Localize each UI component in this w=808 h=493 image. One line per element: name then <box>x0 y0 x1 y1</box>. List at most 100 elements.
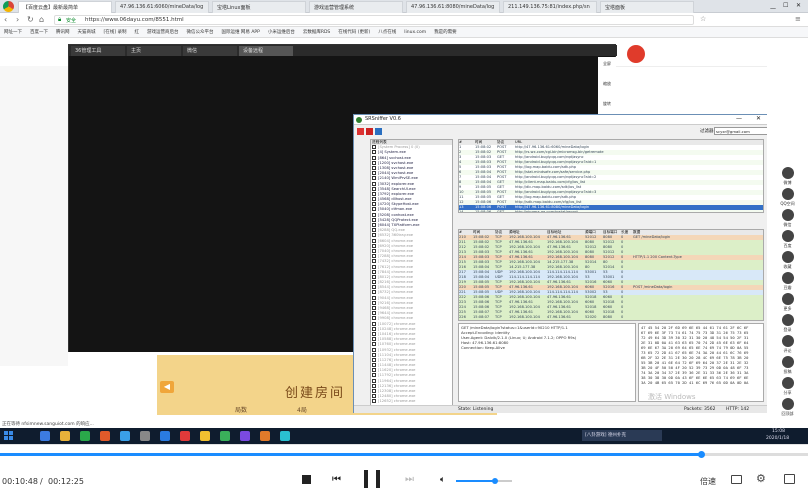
process-checkbox[interactable] <box>372 399 376 404</box>
process-checkbox[interactable] <box>372 331 376 336</box>
browser-tab[interactable]: 211.149.136.75:81/index.php/sn <box>503 1 597 13</box>
process-list[interactable]: 进程列表 [System Process] 0 (0) [4] System.ex… <box>370 139 453 407</box>
next-icon[interactable]: ⏭︎ <box>405 475 414 485</box>
sniffer-window[interactable]: SRSniffer V0.6 — ✕ 过滤器 scyxr@gmail.com 进… <box>353 114 770 413</box>
stop-capture-icon[interactable] <box>366 128 373 135</box>
process-checkbox[interactable] <box>372 269 376 274</box>
volume-icon[interactable]: 🔈︎ <box>440 475 445 485</box>
pause-icon[interactable] <box>364 470 380 488</box>
minimize-icon[interactable]: — <box>770 5 776 12</box>
process-checkbox[interactable] <box>372 300 376 305</box>
bookmark-item[interactable]: 天猫商城 <box>78 27 96 38</box>
taskbar-app-7-icon[interactable] <box>160 431 170 441</box>
fullscreen-icon[interactable] <box>784 474 795 484</box>
bookmark-item[interactable]: 红 <box>134 27 139 38</box>
browser-tab[interactable]: 47.96.136.61:8080/mineData/log <box>406 1 500 13</box>
game-round-value[interactable]: 4局 <box>297 405 307 414</box>
share-item[interactable]: 豆瓣 <box>767 272 808 291</box>
taskbar-app-12-icon[interactable] <box>260 431 270 441</box>
process-checkbox[interactable] <box>372 373 376 378</box>
browser-tab[interactable]: 宝塔面板 <box>600 1 694 13</box>
page-logo-icon[interactable] <box>627 45 645 63</box>
bookmark-item[interactable]: 我是的需要 <box>434 27 457 38</box>
bookmark-item[interactable]: 网址一下 <box>4 27 22 38</box>
process-checkbox[interactable] <box>372 254 376 259</box>
home-icon[interactable]: ⌂ <box>39 15 44 24</box>
playlist-icon[interactable] <box>731 475 742 484</box>
browser-tab[interactable]: 游戏运营管理系统 <box>309 1 403 13</box>
taskbar-app-10-icon[interactable] <box>220 431 230 441</box>
process-checkbox[interactable] <box>372 150 376 155</box>
volume-track[interactable] <box>456 480 512 482</box>
bookmark-item[interactable]: 云数据库RDS <box>303 27 330 38</box>
share-item[interactable]: 投稿 <box>767 356 808 375</box>
share-item[interactable]: 更多 <box>767 293 808 312</box>
game-back-arrow-icon[interactable]: ◀ <box>160 381 174 393</box>
reload-icon[interactable]: ↻ <box>27 15 34 24</box>
process-checkbox[interactable] <box>372 316 376 321</box>
process-checkbox[interactable] <box>372 259 376 264</box>
stop-icon[interactable] <box>302 475 311 484</box>
share-item[interactable]: 百度 <box>767 230 808 249</box>
process-checkbox[interactable] <box>372 357 376 362</box>
bookmark-item[interactable]: 百度一下 <box>30 27 48 38</box>
process-checkbox[interactable] <box>372 212 376 217</box>
viewer-side-tool[interactable]: 全屏 <box>599 61 615 67</box>
process-checkbox[interactable] <box>372 186 376 191</box>
settings-icon[interactable]: ⚙︎ <box>756 473 766 484</box>
process-checkbox[interactable] <box>372 368 376 373</box>
browser-logo-icon[interactable] <box>3 1 14 12</box>
process-row[interactable]: [12652] chrome.exe <box>371 399 452 404</box>
process-checkbox[interactable] <box>372 145 376 150</box>
share-item[interactable]: 分享 <box>767 377 808 396</box>
share-item[interactable]: 收藏 <box>767 251 808 270</box>
back-icon[interactable]: ‹ <box>4 15 7 24</box>
clear-icon[interactable] <box>375 128 382 135</box>
maximize-icon[interactable]: ☐ <box>783 2 788 9</box>
bookmark-item[interactable]: [在线] 录制 <box>104 27 127 38</box>
share-item[interactable]: 微信 <box>767 209 808 228</box>
forward-icon[interactable]: › <box>16 15 19 24</box>
share-item[interactable]: QQ空间 <box>767 188 808 207</box>
process-checkbox[interactable] <box>372 202 376 207</box>
process-checkbox[interactable] <box>372 394 376 399</box>
process-checkbox[interactable] <box>372 223 376 227</box>
table-row[interactable]: 22715:08:07TCP47.96.136.61192.168.100.10… <box>459 320 763 321</box>
filter-input[interactable]: scyxr@gmail.com <box>714 127 768 135</box>
share-item[interactable]: 微博 <box>767 167 808 186</box>
video-progress-handle[interactable] <box>698 451 706 458</box>
process-checkbox[interactable] <box>372 290 376 295</box>
start-icon[interactable] <box>4 431 13 440</box>
process-checkbox[interactable] <box>372 352 376 357</box>
close-icon[interactable]: ✕ <box>796 2 801 9</box>
process-checkbox[interactable] <box>372 233 376 238</box>
bookmark-item[interactable]: linux.com <box>404 27 426 38</box>
process-checkbox[interactable] <box>372 155 376 160</box>
taskbar-app-3-icon[interactable] <box>80 431 90 441</box>
taskbar-app-9-icon[interactable] <box>200 431 210 441</box>
bookmark-item[interactable]: 游戏运营商后台 <box>147 27 179 38</box>
taskbar-app-5-icon[interactable] <box>120 431 130 441</box>
sniffer-minimize-icon[interactable]: — <box>736 115 742 122</box>
viewer-tab[interactable]: 微信 <box>183 46 237 56</box>
taskbar-app-2-icon[interactable] <box>60 431 70 441</box>
process-checkbox[interactable] <box>372 181 376 186</box>
bookmark-item[interactable]: 在线代码 (更新) <box>338 27 370 38</box>
taskbar-app-6-icon[interactable] <box>140 431 150 441</box>
process-checkbox[interactable] <box>372 363 376 368</box>
bookmark-item[interactable]: 小米运维后台 <box>268 27 295 38</box>
process-checkbox[interactable] <box>372 378 376 383</box>
packet-list[interactable]: # 时间 协议 源地址 目标地址 源端口 目标端口 长度 数据 210 15:08:02 TCP 192… <box>458 229 764 321</box>
volume-handle[interactable] <box>492 478 499 484</box>
viewer-tab[interactable]: 主页 <box>127 46 181 56</box>
process-checkbox[interactable] <box>372 321 376 326</box>
speed-button[interactable]: 倍速 <box>700 476 716 487</box>
process-checkbox[interactable] <box>372 197 376 202</box>
process-checkbox[interactable] <box>372 165 376 170</box>
process-checkbox[interactable] <box>372 306 376 310</box>
process-checkbox[interactable] <box>372 228 376 233</box>
bookmark-item[interactable]: 国际运维 网易 APP <box>221 27 259 38</box>
star-icon[interactable]: ☆ <box>700 15 706 23</box>
process-checkbox[interactable] <box>372 342 376 347</box>
browser-tab[interactable]: 【百度云盘】最新最简单 <box>18 1 112 13</box>
